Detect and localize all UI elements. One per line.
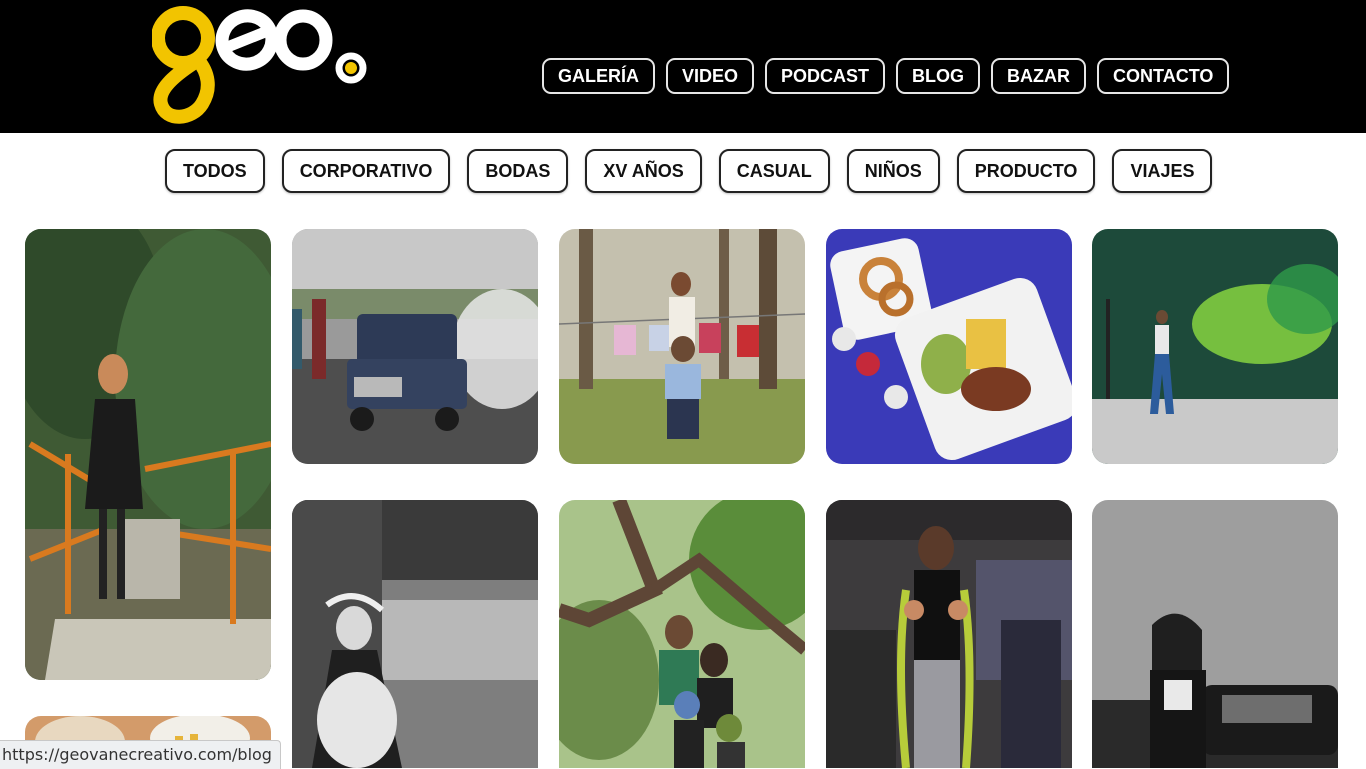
filter-viajes[interactable]: VIAJES (1112, 149, 1213, 193)
filter-ninos[interactable]: NIÑOS (846, 149, 940, 193)
gallery-photo-woman-bridge[interactable] (25, 229, 271, 680)
status-bar-url: https://geovanecreativo.com/blog (0, 740, 281, 769)
nav-blog[interactable]: BLOG (896, 58, 981, 94)
nav-galeria[interactable]: GALERÍA (542, 58, 655, 94)
gallery-photo-food-plates[interactable] (826, 229, 1072, 464)
nav-video[interactable]: VIDEO (666, 58, 755, 94)
gallery-filters: TODOS CORPORATIVO BODAS XV AÑOS CASUAL N… (165, 149, 1213, 193)
gallery-photo-bw-car[interactable] (1092, 500, 1338, 768)
gallery-photo-green-smoke[interactable] (1092, 229, 1338, 464)
gallery-photo-gym-rope[interactable] (826, 500, 1072, 768)
nav-bazar[interactable]: BAZAR (991, 58, 1087, 94)
nav-podcast[interactable]: PODCAST (765, 58, 886, 94)
filter-xv-anos[interactable]: XV AÑOS (585, 149, 702, 193)
nav-contacto[interactable]: CONTACTO (1097, 58, 1230, 94)
gallery-photo-couple-clothesline[interactable] (559, 229, 805, 464)
main-nav: GALERÍA VIDEO PODCAST BLOG BAZAR CONTACT… (542, 58, 1230, 94)
gallery-photo-truck[interactable] (292, 229, 538, 464)
filter-casual[interactable]: CASUAL (718, 149, 830, 193)
filter-bodas[interactable]: BODAS (467, 149, 569, 193)
geo-logo[interactable] (152, 4, 374, 130)
filter-corporativo[interactable]: CORPORATIVO (281, 149, 451, 193)
gallery-photo-family-tree[interactable] (559, 500, 805, 768)
filter-todos[interactable]: TODOS (165, 149, 265, 193)
site-header: GALERÍA VIDEO PODCAST BLOG BAZAR CONTACT… (0, 0, 1366, 133)
filter-producto[interactable]: PRODUCTO (956, 149, 1096, 193)
gallery-photo-bw-maternity[interactable] (292, 500, 538, 768)
